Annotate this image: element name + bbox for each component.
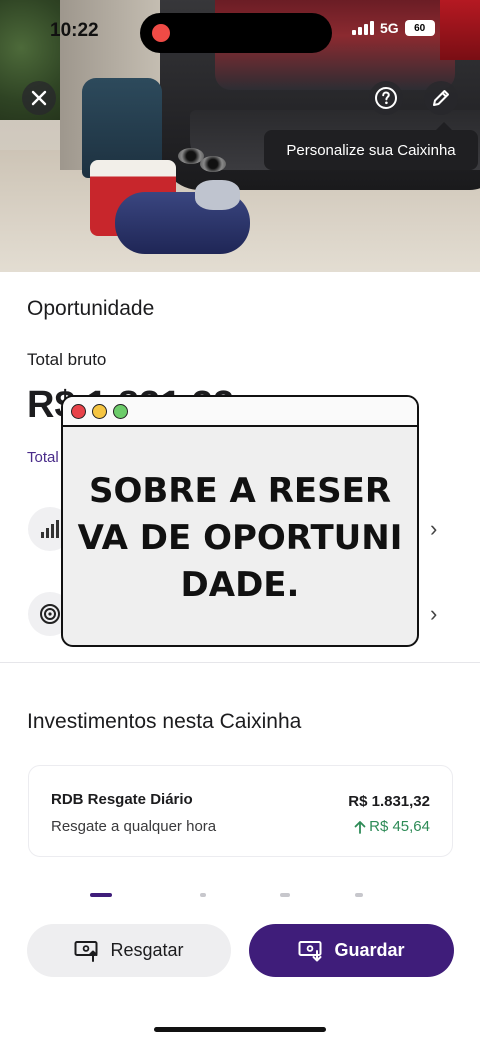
withdraw-icon — [74, 940, 98, 962]
customize-tooltip: Personalize sua Caixinha — [264, 122, 478, 170]
deposit-label: Guardar — [334, 940, 405, 960]
red-dot-icon — [71, 403, 86, 419]
investments-title: Investimentos nesta Caixinha — [27, 710, 302, 733]
caixinha-title: Oportunidade — [27, 297, 155, 320]
yellow-dot-icon — [92, 403, 107, 419]
investment-card[interactable]: RDB Resgate Diário Resgate a qualquer ho… — [28, 765, 453, 857]
status-time: 10:22 — [50, 20, 99, 41]
investment-value: R$ 1.831,32 — [348, 793, 430, 810]
close-button[interactable] — [22, 81, 56, 115]
divider — [0, 662, 480, 663]
investment-gain: R$ 45,64 — [353, 818, 430, 835]
investment-name: RDB Resgate Diário — [51, 791, 193, 808]
help-button[interactable] — [369, 81, 403, 115]
network-label: 5G — [380, 20, 399, 36]
chevron-right-icon[interactable]: › — [430, 516, 437, 542]
battery-level: 60 — [414, 22, 426, 34]
deposit-button[interactable]: Guardar — [249, 924, 454, 977]
home-indicator[interactable] — [154, 1027, 326, 1032]
recording-indicator — [152, 24, 170, 42]
arrow-up-icon — [354, 820, 366, 834]
edit-button[interactable] — [424, 81, 458, 115]
overlay-titlebar — [63, 397, 417, 427]
dynamic-island — [140, 13, 332, 53]
help-circle-icon — [375, 87, 397, 109]
exhaust-pipe — [200, 156, 226, 172]
investment-subtitle: Resgate a qualquer hora — [51, 818, 217, 835]
pencil-icon — [433, 90, 449, 106]
withdraw-label: Resgatar — [110, 940, 184, 960]
chart-bars-icon — [41, 520, 59, 538]
target-icon — [40, 604, 60, 624]
green-dot-icon — [113, 403, 128, 419]
info-overlay-window: SOBRE A RESERVA DE OPORTUNIDADE. — [61, 395, 419, 647]
car-taillight — [440, 0, 480, 60]
investment-gain-value: R$ 45,64 — [369, 818, 430, 835]
towel — [195, 180, 240, 210]
withdraw-button[interactable]: Resgatar — [27, 924, 231, 977]
total-label: Total bruto — [27, 350, 107, 369]
close-icon — [31, 90, 47, 106]
total-link[interactable]: Total — [27, 449, 59, 466]
signal-icon — [352, 21, 374, 35]
chevron-right-icon[interactable]: › — [430, 601, 437, 627]
status-indicators: 5G 60 — [352, 20, 435, 36]
battery-icon: 60 — [404, 20, 435, 36]
deposit-icon — [298, 940, 322, 961]
overlay-caption: SOBRE A RESERVA DE OPORTUNIDADE. — [77, 470, 403, 605]
partially-hidden-content — [90, 893, 390, 899]
